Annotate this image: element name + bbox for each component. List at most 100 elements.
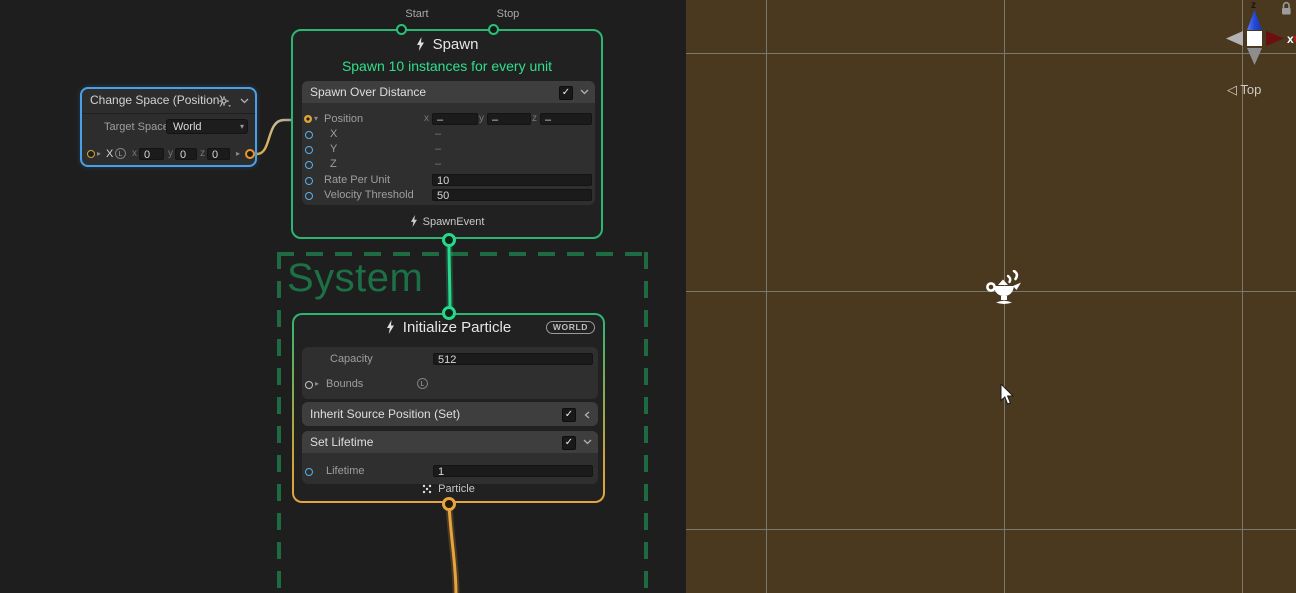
chevron-down-icon[interactable] bbox=[580, 89, 589, 95]
target-space-value: World bbox=[173, 121, 202, 133]
block-enabled-checkbox[interactable]: ✓ bbox=[562, 436, 576, 450]
z-input-port[interactable] bbox=[305, 161, 313, 169]
orientation-gizmo[interactable]: z x bbox=[1222, 0, 1296, 70]
change-space-node[interactable]: Change Space (Position) Target Space Wor… bbox=[80, 87, 257, 167]
chevron-down-icon[interactable] bbox=[583, 439, 592, 445]
target-space-label: Target Space bbox=[104, 121, 169, 133]
wire-spawnevent[interactable] bbox=[449, 241, 450, 311]
input-port-label: X bbox=[106, 148, 113, 160]
lifetime-input-port[interactable] bbox=[305, 468, 313, 476]
scene-view[interactable]: z x ◁ Top bbox=[686, 0, 1296, 593]
position-input-port[interactable] bbox=[304, 115, 312, 123]
z-field[interactable]: 0 bbox=[207, 148, 230, 160]
velocity-field[interactable]: 50 bbox=[432, 189, 592, 201]
lock-icon-shackle bbox=[1284, 3, 1290, 8]
target-space-dropdown[interactable]: World ▾ bbox=[166, 119, 248, 134]
expander-icon[interactable]: ▸ bbox=[315, 377, 319, 391]
chevron-left-icon[interactable] bbox=[584, 411, 590, 419]
axis-x-cone[interactable] bbox=[1266, 31, 1284, 46]
local-space-badge[interactable]: L bbox=[417, 378, 428, 389]
particle-output[interactable]: Particle bbox=[294, 483, 603, 495]
x-input-port[interactable] bbox=[305, 131, 313, 139]
output-expander-icon[interactable]: ▸ bbox=[236, 147, 240, 161]
block-title[interactable]: Set Lifetime bbox=[302, 431, 598, 453]
spawn-over-distance-block[interactable]: Spawn Over Distance ✓ ▾ Position x – y –… bbox=[302, 81, 595, 205]
capacity-row[interactable]: Capacity 512 bbox=[302, 352, 598, 366]
axis-x-label: x bbox=[424, 112, 429, 126]
axis-row-x[interactable]: X – bbox=[302, 127, 595, 141]
bounds-row[interactable]: ▸ Bounds L bbox=[302, 377, 598, 391]
block-enabled-checkbox[interactable]: ✓ bbox=[562, 408, 576, 422]
lifetime-field[interactable]: 1 bbox=[433, 465, 593, 477]
initialize-node[interactable]: Initialize Particle WORLD Capacity 512 ▸… bbox=[292, 313, 605, 503]
grid-line bbox=[686, 53, 1296, 54]
expander-icon[interactable]: ▸ bbox=[97, 147, 101, 161]
y-field[interactable]: 0 bbox=[175, 148, 197, 160]
lock-icon[interactable] bbox=[1282, 8, 1291, 15]
z-row-label: Z bbox=[330, 157, 337, 171]
start-port[interactable] bbox=[396, 24, 407, 35]
local-space-badge[interactable]: L bbox=[115, 148, 126, 159]
axis-z-label: z bbox=[200, 148, 205, 159]
capacity-field[interactable]: 512 bbox=[433, 353, 593, 365]
axis-z-label: z bbox=[532, 112, 537, 126]
z-row-value: – bbox=[435, 157, 441, 171]
axis-cone-left[interactable] bbox=[1226, 31, 1243, 46]
position-row[interactable]: ▾ Position x – y – z – bbox=[302, 112, 595, 126]
position-z-field[interactable]: – bbox=[540, 113, 592, 125]
world-space-badge[interactable]: WORLD bbox=[546, 321, 595, 334]
initialize-input-flow-port[interactable] bbox=[442, 306, 456, 320]
axis-z-cone[interactable] bbox=[1247, 10, 1262, 30]
y-input-port[interactable] bbox=[305, 146, 313, 154]
grid-line bbox=[686, 529, 1296, 530]
rate-input-port[interactable] bbox=[305, 177, 313, 185]
lifetime-row[interactable]: Lifetime 1 bbox=[302, 464, 598, 478]
stop-port[interactable] bbox=[488, 24, 499, 35]
expander-icon[interactable]: ▾ bbox=[314, 112, 318, 126]
divider bbox=[82, 113, 255, 114]
mouse-cursor bbox=[1000, 384, 1016, 406]
x-row-value: – bbox=[435, 127, 441, 141]
block-title[interactable]: Spawn Over Distance bbox=[302, 81, 595, 103]
position-label: Position bbox=[324, 112, 363, 126]
x-field[interactable]: 0 bbox=[139, 148, 164, 160]
position-x-field[interactable]: – bbox=[432, 113, 478, 125]
axis-y-label: y bbox=[479, 112, 484, 126]
bounds-label: Bounds bbox=[326, 377, 363, 391]
gizmo-center-cube[interactable] bbox=[1247, 31, 1262, 46]
chevron-down-icon[interactable] bbox=[240, 98, 249, 104]
capacity-bounds-block[interactable]: Capacity 512 ▸ Bounds L bbox=[302, 347, 598, 399]
change-space-output-port[interactable] bbox=[245, 149, 255, 159]
axis-x-label: x bbox=[1287, 32, 1294, 46]
velocity-input-port[interactable] bbox=[305, 192, 313, 200]
x-row-label: X bbox=[330, 127, 337, 141]
spawn-output-flow-port[interactable] bbox=[442, 233, 456, 247]
initialize-output-flow-port[interactable] bbox=[442, 497, 456, 511]
gear-icon[interactable] bbox=[219, 96, 231, 107]
position-y-field[interactable]: – bbox=[487, 113, 531, 125]
velocity-threshold-row[interactable]: Velocity Threshold 50 bbox=[302, 188, 595, 202]
vfx-lamp-gizmo-icon[interactable] bbox=[985, 270, 1023, 310]
axis-row-y[interactable]: Y – bbox=[302, 142, 595, 156]
y-row-value: – bbox=[435, 142, 441, 156]
lightning-icon bbox=[416, 37, 425, 51]
change-space-input-port[interactable] bbox=[87, 150, 95, 158]
inherit-source-position-block[interactable]: Inherit Source Position (Set) ✓ bbox=[302, 402, 598, 426]
bounds-input-port[interactable] bbox=[305, 381, 313, 389]
spawn-node-subtitle: Spawn 10 instances for every unit bbox=[293, 58, 601, 74]
block-enabled-checkbox[interactable]: ✓ bbox=[559, 86, 573, 100]
rate-per-unit-row[interactable]: Rate Per Unit 10 bbox=[302, 173, 595, 187]
axis-cone-down[interactable] bbox=[1247, 48, 1262, 65]
rate-field[interactable]: 10 bbox=[432, 174, 592, 186]
block-title[interactable]: Inherit Source Position (Set) bbox=[302, 402, 598, 426]
spawn-node[interactable]: Spawn Spawn 10 instances for every unit … bbox=[291, 29, 603, 239]
capacity-label: Capacity bbox=[330, 352, 373, 366]
y-row-label: Y bbox=[330, 142, 337, 156]
vfx-graph-canvas[interactable]: System Change Space (Position) bbox=[0, 0, 686, 593]
axis-row-z[interactable]: Z – bbox=[302, 157, 595, 171]
spawn-event-output[interactable]: SpawnEvent bbox=[293, 215, 601, 228]
axis-y-label: y bbox=[168, 148, 173, 159]
grid-line bbox=[766, 0, 767, 593]
set-lifetime-block[interactable]: Set Lifetime ✓ Lifetime 1 bbox=[302, 431, 598, 484]
view-orientation-label[interactable]: ◁ Top bbox=[1227, 82, 1261, 98]
